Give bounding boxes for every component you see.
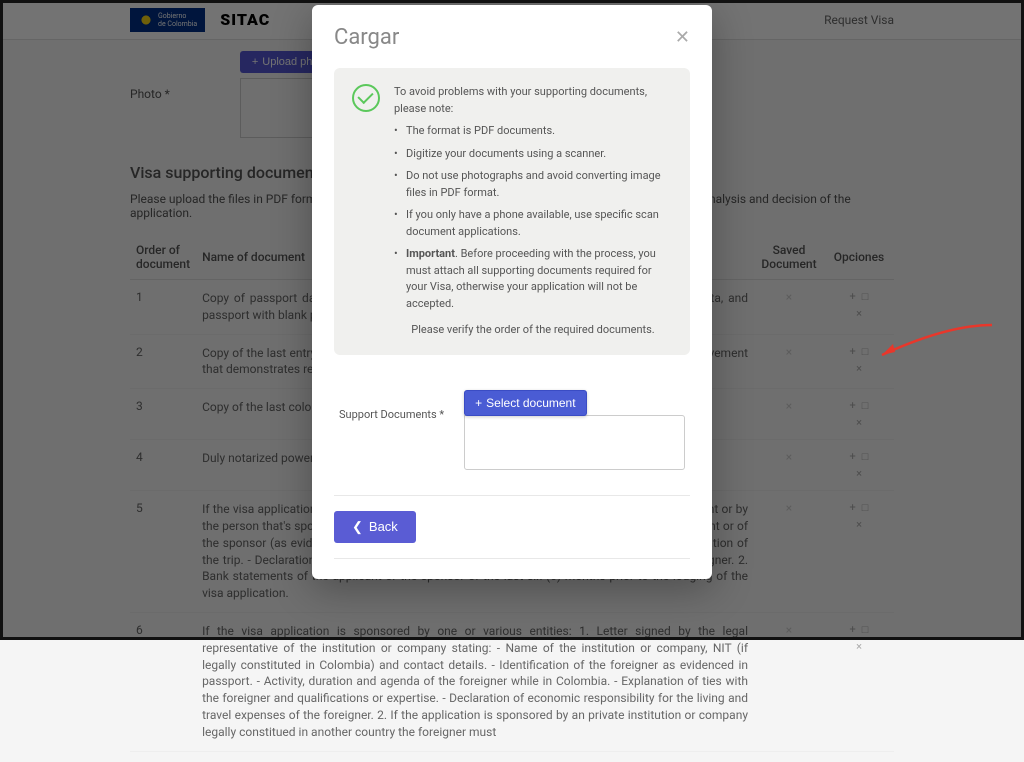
chevron-left-icon: ❮ bbox=[352, 519, 363, 535]
note-intro: To avoid problems with your supporting d… bbox=[394, 84, 672, 117]
info-box: To avoid problems with your supporting d… bbox=[334, 68, 690, 355]
select-document-button[interactable]: +Select document bbox=[464, 390, 586, 416]
check-icon bbox=[352, 84, 380, 112]
note-bullet: Do not use photographs and avoid convert… bbox=[394, 168, 672, 201]
modal-title: Cargar bbox=[334, 25, 399, 50]
note-bullet: Digitize your documents using a scanner. bbox=[394, 146, 672, 163]
drop-zone[interactable] bbox=[464, 415, 685, 470]
plus-icon: + bbox=[475, 396, 482, 410]
support-docs-label: Support Documents * bbox=[339, 390, 444, 421]
upload-modal: Cargar ✕ To avoid problems with your sup… bbox=[312, 5, 712, 579]
back-button[interactable]: ❮ Back bbox=[334, 511, 416, 543]
note-bullet: If you only have a phone available, use … bbox=[394, 207, 672, 240]
verify-text: Please verify the order of the required … bbox=[394, 322, 672, 339]
close-icon[interactable]: ✕ bbox=[675, 27, 690, 48]
note-bullet: Important. Before proceeding with the pr… bbox=[394, 246, 672, 312]
delete-icon[interactable]: × bbox=[856, 640, 862, 653]
note-bullet: The format is PDF documents. bbox=[394, 123, 672, 140]
